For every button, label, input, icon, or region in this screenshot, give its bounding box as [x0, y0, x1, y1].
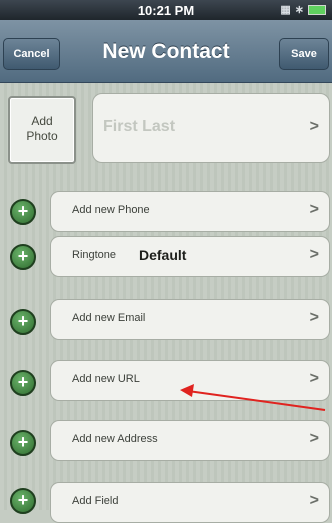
- annotation-arrow: [180, 384, 326, 411]
